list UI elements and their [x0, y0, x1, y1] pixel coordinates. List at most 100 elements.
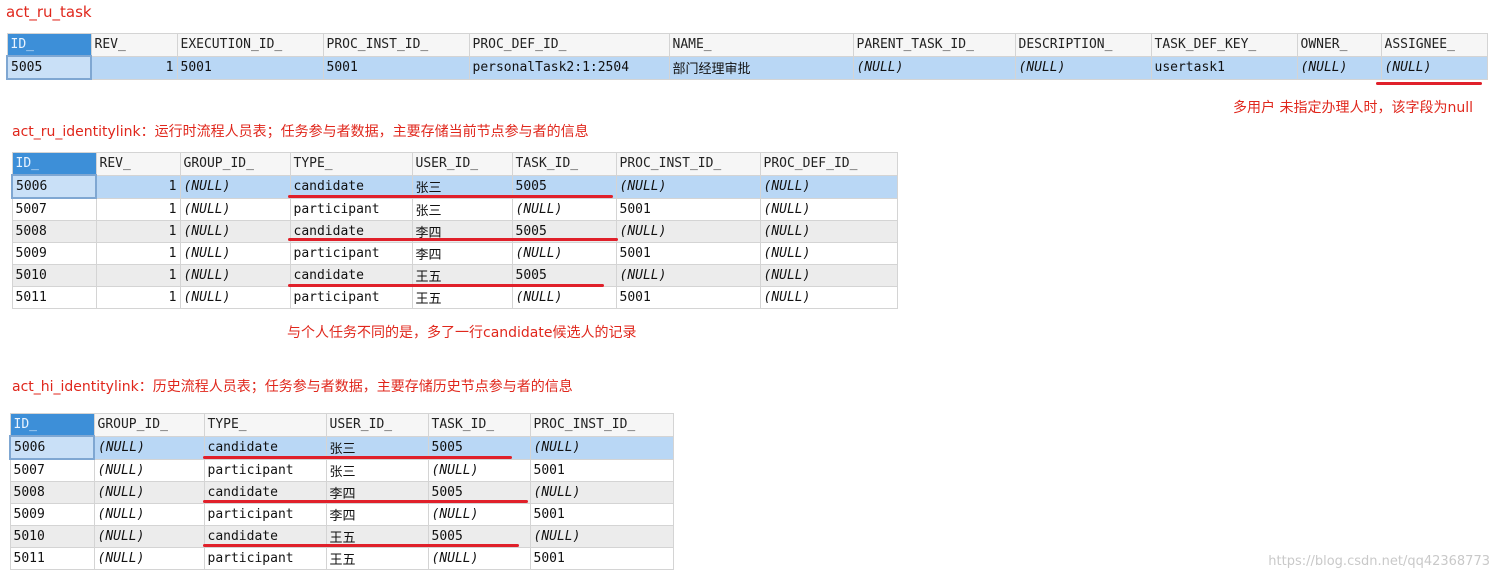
- column-header-id[interactable]: ID_: [9, 413, 95, 437]
- table-cell[interactable]: (NULL): [759, 286, 898, 309]
- column-header-task-id[interactable]: TASK_ID_: [427, 413, 531, 437]
- table-cell[interactable]: (NULL): [529, 525, 674, 548]
- table-cell[interactable]: 1: [90, 55, 178, 80]
- table-cell[interactable]: (NULL): [179, 197, 291, 221]
- table-cell[interactable]: 部门经理审批: [668, 55, 854, 80]
- table-cell[interactable]: 1: [95, 174, 181, 199]
- table-cell[interactable]: 5011: [9, 547, 95, 570]
- column-header-id[interactable]: ID_: [6, 33, 92, 57]
- column-header-type[interactable]: TYPE_: [289, 152, 413, 176]
- table-cell[interactable]: (NULL): [615, 174, 761, 199]
- table-cell[interactable]: 张三: [325, 458, 429, 482]
- column-header-proc-inst-id[interactable]: PROC_INST_ID_: [322, 33, 470, 57]
- column-header-user-id[interactable]: USER_ID_: [411, 152, 513, 176]
- table-cell[interactable]: (NULL): [615, 220, 761, 243]
- table-cell[interactable]: 王五: [325, 547, 429, 570]
- table-cell[interactable]: (NULL): [179, 174, 291, 199]
- table-cell[interactable]: (NULL): [1296, 55, 1382, 80]
- table-cell[interactable]: (NULL): [93, 458, 205, 482]
- table-cell[interactable]: 5007: [9, 458, 95, 482]
- table-cell[interactable]: (NULL): [93, 547, 205, 570]
- table-cell[interactable]: (NULL): [93, 481, 205, 504]
- table-cell[interactable]: (NULL): [427, 458, 531, 482]
- table-cell[interactable]: 5001: [322, 55, 470, 80]
- table-cell[interactable]: personalTask2:1:2504: [468, 55, 670, 80]
- table-cell[interactable]: (NULL): [93, 525, 205, 548]
- table-cell[interactable]: (NULL): [759, 174, 898, 199]
- table-cell[interactable]: (NULL): [427, 503, 531, 526]
- table-cell[interactable]: 5001: [615, 286, 761, 309]
- table-cell[interactable]: (NULL): [93, 435, 205, 460]
- table-cell[interactable]: 1: [95, 197, 181, 221]
- column-header-type[interactable]: TYPE_: [203, 413, 327, 437]
- table-cell[interactable]: 1: [95, 264, 181, 287]
- table-cell[interactable]: participant: [289, 286, 413, 309]
- table-cell[interactable]: (NULL): [179, 264, 291, 287]
- table-cell[interactable]: (NULL): [759, 264, 898, 287]
- table-cell[interactable]: participant: [203, 503, 327, 526]
- table-cell[interactable]: participant: [289, 242, 413, 265]
- column-header-proc-def-id[interactable]: PROC_DEF_ID_: [468, 33, 670, 57]
- column-header-rev[interactable]: REV_: [95, 152, 181, 176]
- table-cell[interactable]: (NULL): [529, 435, 674, 460]
- table-cell[interactable]: 李四: [325, 503, 429, 526]
- table-cell[interactable]: (NULL): [759, 220, 898, 243]
- table-cell[interactable]: 5005: [6, 55, 92, 80]
- column-header-execution-id[interactable]: EXECUTION_ID_: [176, 33, 324, 57]
- column-header-assignee[interactable]: ASSIGNEE_: [1380, 33, 1488, 57]
- table-cell[interactable]: 5006: [9, 435, 95, 460]
- table-cell[interactable]: (NULL): [759, 242, 898, 265]
- table-row[interactable]: 5007 1 (NULL) participant 张三 (NULL) 5001…: [11, 197, 898, 221]
- column-header-group-id[interactable]: GROUP_ID_: [93, 413, 205, 437]
- table-row[interactable]: 5011 (NULL) participant 王五 (NULL) 5001: [9, 547, 674, 570]
- column-header-task-def-key[interactable]: TASK_DEF_KEY_: [1150, 33, 1298, 57]
- table-cell[interactable]: 5007: [11, 197, 97, 221]
- column-header-group-id[interactable]: GROUP_ID_: [179, 152, 291, 176]
- column-header-rev[interactable]: REV_: [90, 33, 178, 57]
- table-cell[interactable]: (NULL): [179, 242, 291, 265]
- table-cell[interactable]: 李四: [411, 242, 513, 265]
- column-header-task-id[interactable]: TASK_ID_: [511, 152, 617, 176]
- table-cell[interactable]: participant: [203, 458, 327, 482]
- table-cell[interactable]: 5010: [9, 525, 95, 548]
- table-cell[interactable]: (NULL): [427, 547, 531, 570]
- table-row[interactable]: 5009 (NULL) participant 李四 (NULL) 5001: [9, 503, 674, 526]
- table-cell[interactable]: 5001: [615, 242, 761, 265]
- table-cell[interactable]: participant: [203, 547, 327, 570]
- column-header-name[interactable]: NAME_: [668, 33, 854, 57]
- column-header-proc-inst-id[interactable]: PROC_INST_ID_: [615, 152, 761, 176]
- table-row[interactable]: 5011 1 (NULL) participant 王五 (NULL) 5001…: [11, 286, 898, 309]
- table-cell[interactable]: (NULL): [93, 503, 205, 526]
- table-cell[interactable]: 5009: [11, 242, 97, 265]
- table-cell[interactable]: 5008: [9, 481, 95, 504]
- act-ru-task-grid[interactable]: ID_ REV_ EXECUTION_ID_ PROC_INST_ID_ PRO…: [6, 33, 1488, 80]
- column-header-owner[interactable]: OWNER_: [1296, 33, 1382, 57]
- column-header-proc-def-id[interactable]: PROC_DEF_ID_: [759, 152, 898, 176]
- column-header-user-id[interactable]: USER_ID_: [325, 413, 429, 437]
- table-cell[interactable]: participant: [289, 197, 413, 221]
- table-cell[interactable]: 5001: [529, 503, 674, 526]
- table-cell[interactable]: 5001: [529, 458, 674, 482]
- column-header-parent-task-id[interactable]: PARENT_TASK_ID_: [852, 33, 1016, 57]
- table-cell[interactable]: (NULL): [1380, 55, 1488, 80]
- table-row[interactable]: 5009 1 (NULL) participant 李四 (NULL) 5001…: [11, 242, 898, 265]
- column-header-id[interactable]: ID_: [11, 152, 97, 176]
- table-cell[interactable]: 王五: [411, 286, 513, 309]
- table-cell[interactable]: 1: [95, 286, 181, 309]
- table-cell[interactable]: 1: [95, 242, 181, 265]
- table-row[interactable]: 5007 (NULL) participant 张三 (NULL) 5001: [9, 458, 674, 482]
- table-cell[interactable]: (NULL): [615, 264, 761, 287]
- table-cell[interactable]: usertask1: [1150, 55, 1298, 80]
- table-cell[interactable]: 5006: [11, 174, 97, 199]
- table-cell[interactable]: (NULL): [511, 242, 617, 265]
- table-cell[interactable]: 1: [95, 220, 181, 243]
- table-row[interactable]: 5005 1 5001 5001 personalTask2:1:2504 部门…: [6, 55, 1488, 80]
- table-cell[interactable]: 5001: [615, 197, 761, 221]
- table-cell[interactable]: 5001: [176, 55, 324, 80]
- table-cell[interactable]: 张三: [411, 197, 513, 221]
- table-cell[interactable]: (NULL): [511, 197, 617, 221]
- column-header-proc-inst-id[interactable]: PROC_INST_ID_: [529, 413, 674, 437]
- table-cell[interactable]: 5010: [11, 264, 97, 287]
- table-cell[interactable]: (NULL): [1014, 55, 1152, 80]
- column-header-description[interactable]: DESCRIPTION_: [1014, 33, 1152, 57]
